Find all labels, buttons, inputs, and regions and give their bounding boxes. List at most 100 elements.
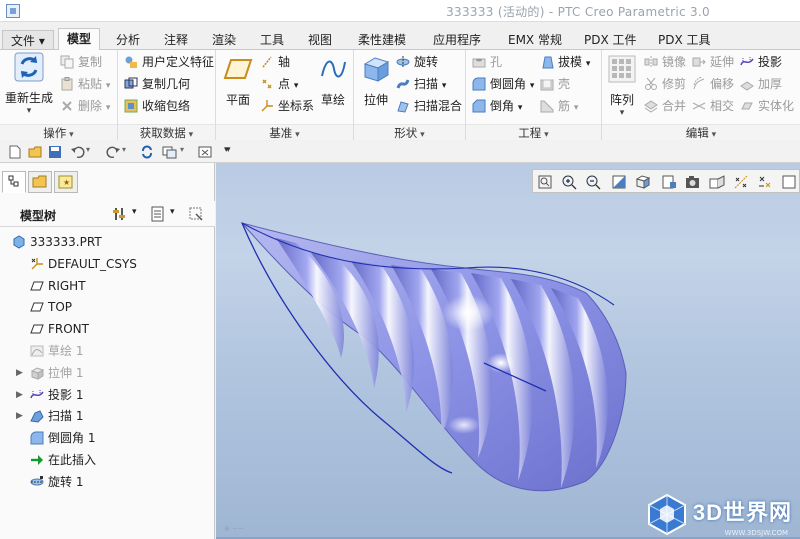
shell-button[interactable]: 壳 <box>538 74 570 94</box>
swept-blend-button[interactable]: 扫描混合 <box>394 96 462 116</box>
hole-button[interactable]: 孔 <box>470 52 502 72</box>
tab-pdx-part[interactable]: PDX 工件 <box>576 30 645 50</box>
rib-button[interactable]: 筋 ▾ <box>538 96 578 116</box>
engineering-group-label[interactable]: 工程 <box>466 124 601 140</box>
plane-button[interactable]: 平面 <box>220 54 256 108</box>
point-button[interactable]: 点 ▾ <box>258 74 298 94</box>
editing-group-label[interactable]: 编辑 <box>602 124 800 140</box>
model-tree-item[interactable]: 333333.PRT <box>0 232 214 252</box>
tab-applications[interactable]: 应用程序 <box>425 30 489 50</box>
perspective-view-icon[interactable] <box>709 174 725 190</box>
sketch-button[interactable]: 草绘 <box>316 54 350 108</box>
show-dropdown[interactable]: ▾ <box>170 207 175 217</box>
datum-group-label[interactable]: 基准 <box>216 124 353 140</box>
pattern-button[interactable]: 阵列 ▾ <box>604 54 640 118</box>
model-tree-item[interactable]: 在此插入 <box>0 450 214 470</box>
copy-geometry-button[interactable]: 复制几何 <box>122 74 190 94</box>
extend-button[interactable]: 延伸 <box>690 52 734 72</box>
shapes-group-label[interactable]: 形状 <box>354 124 465 140</box>
model-tree-item[interactable]: 旋转 1 <box>0 472 214 492</box>
datum-display-filters-icon[interactable] <box>733 174 749 190</box>
operations-group-label[interactable]: 操作 <box>0 124 117 140</box>
axis-button[interactable]: 轴 <box>258 52 290 72</box>
round-button[interactable]: 倒圆角 ▾ <box>470 74 534 94</box>
regenerate-small-icon[interactable] <box>140 145 155 159</box>
paste-button[interactable]: 粘贴 ▾ <box>58 74 110 94</box>
pattern-dropdown[interactable]: ▾ <box>604 108 640 118</box>
tab-tools[interactable]: 工具 <box>252 30 292 50</box>
model-tree-item[interactable]: RIGHT <box>0 276 214 296</box>
user-defined-feature-button[interactable]: 用户定义特征 <box>122 52 214 72</box>
mirror-button[interactable]: 镜像 <box>642 52 686 72</box>
offset-button[interactable]: 偏移 <box>690 74 734 94</box>
model-tree-item[interactable]: FRONT <box>0 319 214 339</box>
show-list-icon[interactable] <box>150 206 166 222</box>
model-tree-item[interactable]: ▶ 拉伸 1 <box>0 363 214 383</box>
merge-button[interactable]: 合并 <box>642 96 686 116</box>
tab-emx-general[interactable]: EMX 常规 <box>500 30 570 50</box>
solidify-button[interactable]: 实体化 <box>738 96 794 116</box>
folder-browser-tab[interactable] <box>28 171 52 193</box>
model-tree-item[interactable]: ▶ 扫描 1 <box>0 406 214 426</box>
saved-orientations-icon[interactable] <box>661 174 677 190</box>
shrinkwrap-button[interactable]: 收缩包络 <box>122 96 190 116</box>
expand-arrow-icon[interactable]: ▶ <box>16 363 23 383</box>
copy-button[interactable]: 复制 <box>58 52 102 72</box>
tree-filter-icon[interactable] <box>188 206 204 222</box>
get-data-group-label[interactable]: 获取数据 <box>118 124 215 140</box>
project-button[interactable]: 投影 <box>738 52 782 72</box>
redo-icon[interactable] <box>106 145 121 159</box>
annotation-display-icon[interactable] <box>757 174 773 190</box>
trim-button[interactable]: 修剪 <box>642 74 686 94</box>
viewport-options-dropdown[interactable]: ▾ <box>224 145 229 155</box>
csys-button[interactable]: 坐标系 <box>258 96 314 116</box>
tab-file[interactable]: 文件 ▾ <box>2 30 54 50</box>
repaint-icon[interactable] <box>611 174 627 190</box>
zoom-in-icon[interactable] <box>561 174 577 190</box>
tree-settings-icon[interactable] <box>112 206 128 222</box>
tree-settings-dropdown[interactable]: ▾ <box>132 207 137 217</box>
chamfer-button[interactable]: 倒角 ▾ <box>470 96 522 116</box>
redo-dropdown[interactable]: ▾ <box>122 145 126 154</box>
windows-dropdown[interactable]: ▾ <box>180 145 184 154</box>
spin-center-icon[interactable] <box>781 174 797 190</box>
tab-model[interactable]: 模型 <box>58 28 101 51</box>
revolve-button[interactable]: 旋转 <box>394 52 438 72</box>
expand-arrow-icon[interactable]: ▶ <box>16 385 23 405</box>
windows-icon[interactable] <box>162 145 177 159</box>
display-style-icon[interactable] <box>635 174 651 190</box>
model-tree-item[interactable]: 草绘 1 <box>0 341 214 361</box>
view-manager-icon[interactable] <box>685 174 701 190</box>
thicken-button[interactable]: 加厚 <box>738 74 782 94</box>
model-tree-item[interactable]: ▶ 投影 1 <box>0 385 214 405</box>
tab-view[interactable]: 视图 <box>300 30 340 50</box>
undo-icon[interactable] <box>70 145 85 159</box>
undo-dropdown[interactable]: ▾ <box>86 145 90 154</box>
tab-pdx-tools[interactable]: PDX 工具 <box>650 30 719 50</box>
model-tree-item[interactable]: TOP <box>0 297 214 317</box>
tab-flexible-modeling[interactable]: 柔性建模 <box>350 30 414 50</box>
save-icon[interactable] <box>48 145 63 159</box>
tab-annotate[interactable]: 注释 <box>156 30 196 50</box>
expand-arrow-icon[interactable]: ▶ <box>16 406 23 426</box>
favorites-tab[interactable]: ★ <box>54 171 78 193</box>
tab-analysis[interactable]: 分析 <box>108 30 148 50</box>
open-folder-icon[interactable] <box>28 145 43 159</box>
sweep-button[interactable]: 扫描 ▾ <box>394 74 446 94</box>
intersect-button[interactable]: 相交 <box>690 96 734 116</box>
swept-spiral-model[interactable] <box>216 163 800 539</box>
refit-icon[interactable] <box>537 174 553 190</box>
model-tree-item[interactable]: DEFAULT_CSYS <box>0 254 214 274</box>
regenerate-dropdown[interactable]: ▾ <box>4 106 54 116</box>
new-file-icon[interactable] <box>8 145 23 159</box>
extrude-button[interactable]: 拉伸 <box>358 54 394 108</box>
regenerate-button[interactable]: 重新生成 ▾ <box>4 52 54 116</box>
delete-button[interactable]: 删除 ▾ <box>58 96 110 116</box>
graphics-viewport[interactable]: ▾ ⊕ ~~ 3D世界网 WWW.3DSJW.COM <box>216 145 800 539</box>
close-window-icon[interactable] <box>198 145 213 159</box>
model-tree-item[interactable]: 倒圆角 1 <box>0 428 214 448</box>
creo-app-icon[interactable] <box>6 4 20 18</box>
draft-button[interactable]: 拔模 ▾ <box>538 52 590 72</box>
zoom-out-icon[interactable] <box>585 174 601 190</box>
model-tree-tab[interactable] <box>2 171 26 193</box>
